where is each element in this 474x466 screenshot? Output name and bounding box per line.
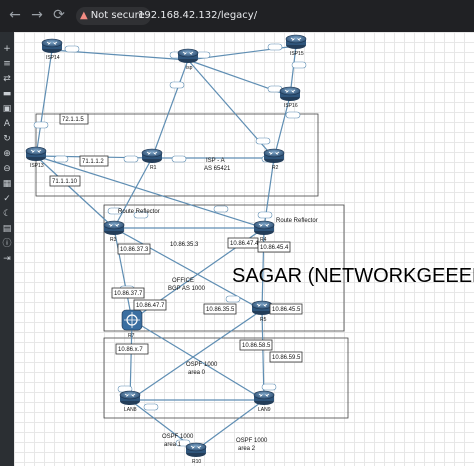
svg-text:10.86.35.5: 10.86.35.5 bbox=[206, 307, 235, 313]
router-isp16[interactable]: ISP16 bbox=[279, 86, 301, 109]
watermark-text: SAGAR (NETWORKGEEEK) bbox=[232, 265, 474, 287]
svg-text:Route Reflector: Route Reflector bbox=[118, 209, 160, 215]
svg-text:OSPF 1000: OSPF 1000 bbox=[236, 438, 268, 444]
svg-text:10.86.37.3: 10.86.37.3 bbox=[120, 247, 149, 253]
svg-text:isp: isp bbox=[186, 65, 193, 71]
svg-text:LAN8: LAN8 bbox=[124, 407, 137, 413]
svg-text:Route Reflector: Route Reflector bbox=[276, 218, 318, 224]
svg-text:72.1.1.5: 72.1.1.5 bbox=[62, 117, 84, 123]
svg-text:R3: R3 bbox=[110, 237, 117, 243]
svg-text:10.86.58.5: 10.86.58.5 bbox=[242, 343, 271, 349]
svg-text:R10: R10 bbox=[192, 459, 201, 465]
router-r2[interactable]: R2 bbox=[263, 148, 285, 171]
svg-text:OFFICE: OFFICE bbox=[172, 278, 194, 284]
switch-r7[interactable]: R7 bbox=[121, 309, 143, 339]
svg-text:BGP AS 1000: BGP AS 1000 bbox=[168, 286, 206, 292]
svg-text:ISP - A: ISP - A bbox=[206, 158, 225, 164]
router-r5[interactable]: R5 bbox=[251, 300, 273, 323]
svg-text:R2: R2 bbox=[272, 165, 279, 171]
svg-text:10.86.x.7: 10.86.x.7 bbox=[118, 347, 143, 353]
svg-text:ISP15: ISP15 bbox=[290, 51, 304, 57]
svg-text:ISP13: ISP13 bbox=[30, 163, 44, 169]
router-lan9[interactable]: LAN9 bbox=[253, 390, 275, 413]
svg-text:10.86.45.5: 10.86.45.5 bbox=[272, 307, 301, 313]
svg-text:OSPF 1000: OSPF 1000 bbox=[186, 362, 218, 368]
svg-text:ISP14: ISP14 bbox=[46, 55, 60, 61]
svg-text:R1: R1 bbox=[150, 165, 157, 171]
svg-text:R5: R5 bbox=[260, 317, 267, 323]
svg-text:71.1.1.10: 71.1.1.10 bbox=[52, 179, 78, 185]
svg-text:10.86.59.5: 10.86.59.5 bbox=[272, 355, 301, 361]
svg-text:AS 65421: AS 65421 bbox=[204, 166, 231, 172]
router-r1[interactable]: R1 bbox=[141, 148, 163, 171]
svg-text:71.1.1.2: 71.1.1.2 bbox=[82, 159, 104, 165]
router-r10[interactable]: R10 bbox=[185, 442, 207, 465]
svg-text:area 0: area 0 bbox=[188, 370, 206, 376]
router-isp15[interactable]: ISP15 bbox=[285, 34, 307, 57]
network-topology: ISP14 isp ISP15 ISP16 ISP13 R1 R2 R3 R4 … bbox=[25, 34, 474, 465]
svg-text:10.86.37.7: 10.86.37.7 bbox=[114, 291, 143, 297]
svg-text:10.86.47.7: 10.86.47.7 bbox=[136, 303, 165, 309]
router-isp14[interactable]: ISP14 bbox=[41, 38, 63, 61]
router-lan8[interactable]: LAN8 bbox=[119, 390, 141, 413]
svg-text:area 2: area 2 bbox=[238, 446, 256, 452]
svg-text:10.86.35.3: 10.86.35.3 bbox=[170, 242, 199, 248]
svg-text:area 1: area 1 bbox=[164, 442, 182, 448]
svg-text:LAN9: LAN9 bbox=[258, 407, 271, 413]
router-r3[interactable]: R3 bbox=[103, 220, 125, 243]
svg-text:ISP16: ISP16 bbox=[284, 103, 298, 109]
svg-text:10.86.45.4: 10.86.45.4 bbox=[260, 245, 289, 251]
svg-text:OSPF 1000: OSPF 1000 bbox=[162, 434, 194, 440]
svg-text:R7: R7 bbox=[128, 333, 135, 339]
svg-text:10.86.47.4: 10.86.47.4 bbox=[230, 241, 259, 247]
router-isp13[interactable]: ISP13 bbox=[25, 146, 47, 169]
